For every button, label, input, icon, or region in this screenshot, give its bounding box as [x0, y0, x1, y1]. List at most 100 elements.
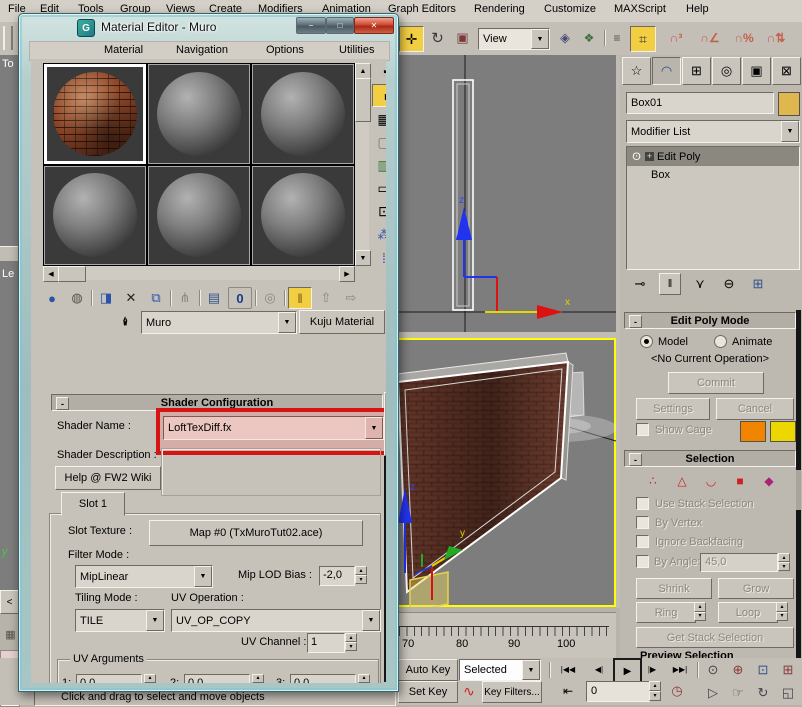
grow-button[interactable]: Grow — [718, 578, 794, 599]
edit-poly-mode-header[interactable]: - Edit Poly Mode — [624, 312, 796, 329]
select-and-scale-button[interactable]: ▣ — [451, 26, 474, 50]
cage-color-swatch-orange[interactable] — [740, 421, 766, 442]
tab-motion[interactable]: ◎ — [712, 57, 741, 85]
tab-display[interactable]: ▣ — [742, 57, 771, 85]
ignore-backfacing-checkbox[interactable]: Ignore Backfacing — [636, 535, 743, 548]
slots-vertical-scrollbar[interactable]: ▲ ▼ — [355, 63, 369, 264]
uv-arg-field[interactable]: 0,0 — [290, 674, 356, 683]
spinner-up-icon[interactable]: ▴ — [776, 602, 788, 612]
key-mode-toggle-icon[interactable]: ⇤ — [556, 681, 580, 701]
element-mode-icon[interactable]: ◆ — [760, 472, 778, 490]
select-and-rotate-button[interactable]: ↻ — [426, 26, 449, 50]
slots-horizontal-scrollbar[interactable]: ◀ ▶ — [43, 266, 353, 280]
spinner-up-icon[interactable]: ▴ — [358, 674, 370, 683]
zoom-all-icon[interactable]: ⊕ — [727, 659, 749, 680]
make-unique-stack-icon[interactable]: ⋎ — [690, 274, 710, 294]
sample-uv-tiling-icon[interactable]: ▢ — [372, 132, 386, 153]
eyedropper-icon[interactable]: ✒ — [117, 312, 135, 330]
chevron-down-icon[interactable]: ▼ — [194, 566, 212, 587]
spinner-down-icon[interactable]: ▾ — [144, 683, 156, 684]
checkbox-icon[interactable] — [636, 423, 649, 436]
checkbox-icon[interactable] — [636, 497, 649, 510]
uv-arg-spinner[interactable]: ▴▾ — [358, 674, 370, 683]
stack-row-box[interactable]: Box — [627, 166, 799, 184]
use-center-button[interactable]: ◈ — [554, 26, 576, 50]
angle-snap-icon[interactable]: ∩∠ — [696, 26, 724, 50]
help-fw2-wiki-button[interactable]: Help @ FW2 Wiki — [55, 466, 161, 490]
bulb-icon[interactable]: ʘ — [631, 150, 642, 163]
slot-texture-button[interactable]: Map #0 (TxMuroTut02.ace) — [149, 520, 363, 546]
spinner-down-icon[interactable]: ▾ — [355, 575, 367, 584]
radio-selected-icon[interactable] — [640, 335, 653, 348]
checkbox-icon[interactable] — [636, 555, 649, 568]
menu-options[interactable]: Options — [262, 42, 308, 58]
params-scrollbar[interactable] — [384, 392, 386, 682]
animate-radio[interactable]: Animate — [714, 335, 772, 348]
scrollbar-thumb[interactable] — [796, 470, 801, 510]
cage-color-swatch-yellow[interactable] — [770, 421, 796, 442]
by-angle-spinner[interactable]: ▴ ▾ — [778, 553, 790, 571]
sample-slot[interactable] — [44, 166, 146, 266]
time-config-icon[interactable]: ◷ — [666, 681, 688, 701]
settings-button[interactable]: Settings — [636, 398, 710, 420]
chevron-down-icon[interactable]: ▼ — [146, 610, 164, 631]
spinner-down-icon[interactable]: ▾ — [778, 562, 790, 571]
sample-slot[interactable] — [252, 166, 354, 266]
spinner-up-icon[interactable]: ▴ — [778, 553, 790, 562]
collapse-minus-icon[interactable]: - — [629, 453, 642, 466]
scrollbar-thumb[interactable] — [355, 78, 371, 122]
current-frame-field[interactable]: 0 — [586, 681, 650, 702]
uv-operation-dropdown[interactable]: UV_OP_COPY ▼ — [171, 609, 381, 632]
slot-1-tab[interactable]: Slot 1 — [61, 492, 125, 516]
make-preview-icon[interactable]: ▭ — [372, 178, 386, 199]
keyboard-override-button[interactable]: ≡ — [608, 26, 626, 50]
menu-material[interactable]: Material — [100, 42, 147, 58]
scroll-right-icon[interactable]: ▶ — [339, 266, 355, 282]
border-mode-icon[interactable]: ◡ — [702, 472, 720, 490]
menu-help[interactable]: Help — [682, 1, 713, 17]
ring-button[interactable]: Ring — [636, 602, 696, 623]
spinner-down-icon[interactable]: ▾ — [776, 612, 788, 622]
sample-slot[interactable] — [148, 166, 250, 266]
get-stack-selection-button[interactable]: Get Stack Selection — [636, 627, 794, 648]
mip-lod-bias-spinner[interactable]: ▴ ▾ — [355, 566, 367, 584]
sample-type-icon[interactable]: ◔ — [372, 61, 386, 82]
uv-arg-spinner[interactable]: ▴▾ — [144, 674, 156, 683]
go-to-end-button[interactable]: ▶▶| — [666, 659, 694, 679]
spinner-down-icon[interactable]: ▾ — [345, 642, 357, 651]
modifier-stack-list[interactable]: ʘ + Edit Poly Box — [626, 146, 800, 270]
edge-mode-icon[interactable]: △ — [673, 472, 691, 490]
get-material-icon[interactable]: ● — [41, 288, 63, 308]
video-color-check-icon[interactable]: ▥ — [372, 155, 386, 176]
go-to-parent-icon[interactable]: ⇧ — [315, 288, 337, 308]
background-icon[interactable]: ▦ — [372, 109, 386, 130]
snaps-toggle-button[interactable]: ⌗ — [630, 26, 656, 52]
uv-channel-spinner[interactable]: ▴ ▾ — [345, 633, 357, 651]
uv-arg-field[interactable]: 0,0 — [76, 674, 142, 683]
reset-map-icon[interactable]: ✕ — [120, 288, 142, 308]
spinner-up-icon[interactable]: ▴ — [694, 602, 706, 612]
filter-mode-dropdown[interactable]: MipLinear ▼ — [75, 565, 213, 588]
reference-coordsys-dropdown[interactable]: View ▼ — [478, 28, 550, 50]
spinner-down-icon[interactable]: ▾ — [358, 683, 370, 684]
set-key-button[interactable]: Set Key — [398, 681, 458, 703]
spinner-up-icon[interactable]: ▴ — [252, 674, 264, 683]
maximize-button[interactable]: □ — [326, 17, 354, 34]
key-mode-dropdown[interactable]: Selected ▼ — [459, 659, 541, 681]
chevron-down-icon[interactable]: ▼ — [781, 121, 799, 142]
chevron-down-icon[interactable]: ▼ — [278, 312, 296, 333]
make-unique-icon[interactable]: ⋔ — [174, 288, 196, 308]
menu-utilities[interactable]: Utilities — [335, 42, 378, 58]
time-slider-left-button[interactable]: < — [0, 590, 19, 614]
tab-hierarchy[interactable]: ⊞ — [682, 57, 711, 85]
cancel-button[interactable]: Cancel — [716, 398, 794, 420]
menu-maxscript[interactable]: MAXScript — [610, 1, 670, 17]
menu-customize[interactable]: Customize — [540, 1, 600, 17]
go-to-start-button[interactable]: |◀◀ — [554, 659, 582, 679]
put-to-library-icon[interactable]: ▤ — [203, 288, 225, 308]
material-editor-options-icon[interactable]: ⊡ — [372, 201, 386, 222]
show-map-in-viewport-icon[interactable]: ◎ — [259, 288, 281, 308]
maxscript-mini-icon[interactable]: ▦ — [3, 626, 18, 643]
spinner-up-icon[interactable]: ▴ — [144, 674, 156, 683]
snap-3d-icon[interactable]: ∩³ — [662, 26, 690, 50]
